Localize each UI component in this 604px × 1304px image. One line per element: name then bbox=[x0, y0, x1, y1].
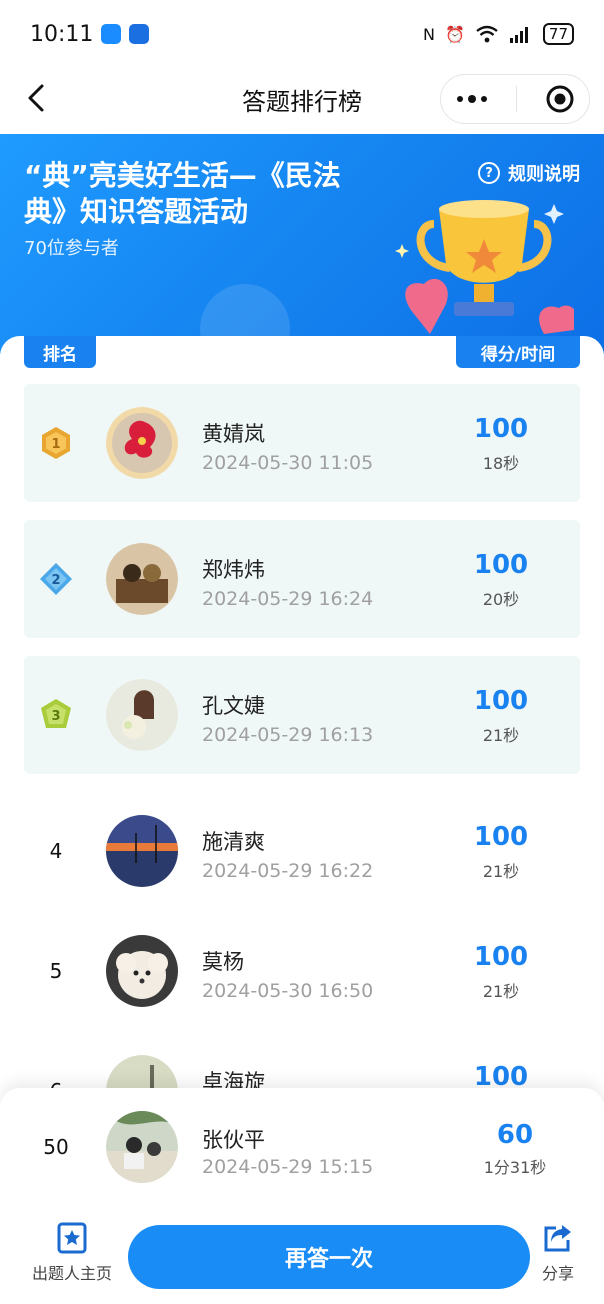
submit-time: 2024-05-29 16:22 bbox=[202, 860, 374, 882]
retry-button[interactable]: 再答一次 bbox=[128, 1225, 530, 1289]
share-label: 分享 bbox=[541, 1264, 574, 1283]
duration-value: 21秒 bbox=[482, 862, 520, 881]
svg-text:3: 3 bbox=[51, 709, 60, 724]
avatar bbox=[106, 1055, 178, 1092]
duration-value: 21秒 bbox=[482, 982, 520, 1001]
ranking-row-6[interactable]: 6 卓海旋 100 bbox=[24, 1040, 580, 1092]
silver-medal-icon: 2 bbox=[40, 563, 72, 595]
ranking-row-4[interactable]: 4 施清爽 2024-05-29 16:22 100 21秒 bbox=[24, 792, 580, 910]
my-name: 张伙平 bbox=[202, 1128, 265, 1152]
submit-time: 2024-05-29 16:13 bbox=[202, 724, 374, 746]
status-bar: 10:11 N ⏰ 77 bbox=[0, 0, 604, 68]
submit-time: 2024-05-30 16:50 bbox=[202, 980, 374, 1002]
avatar bbox=[106, 543, 178, 615]
nfc-icon: N bbox=[423, 24, 435, 44]
page-title: 答题排行榜 bbox=[242, 87, 362, 116]
back-button[interactable] bbox=[18, 80, 54, 116]
my-rank-number: 50 bbox=[43, 1135, 69, 1159]
score-value: 100 bbox=[473, 550, 529, 580]
bronze-medal-icon: 3 bbox=[41, 699, 71, 728]
rank-number: 4 bbox=[49, 839, 63, 863]
submit-time: 2024-05-30 11:05 bbox=[202, 452, 374, 474]
duration-value: 20秒 bbox=[482, 590, 520, 609]
my-submit-time: 2024-05-29 15:15 bbox=[202, 1156, 374, 1178]
submit-time: 2024-05-29 16:24 bbox=[202, 588, 374, 610]
ranking-row-2[interactable]: 2 郑炜炜 2024-05-29 16:24 100 20秒 bbox=[24, 520, 580, 638]
my-rank-bar[interactable]: 50 张伙平 2024-05-29 15:15 60 1分31秒 bbox=[0, 1088, 604, 1206]
avatar bbox=[106, 935, 178, 1007]
ranking-row-6-clip: 6 卓海旋 100 bbox=[0, 1040, 604, 1092]
rules-link[interactable]: ? 规则说明 bbox=[478, 160, 580, 186]
participant-name: 施清爽 bbox=[202, 830, 265, 854]
wifi-icon bbox=[476, 25, 498, 43]
capsule-divider bbox=[516, 86, 518, 112]
my-duration-value: 1分31秒 bbox=[483, 1158, 547, 1177]
participant-count: 70位参与者 bbox=[24, 238, 119, 259]
avatar bbox=[106, 407, 178, 479]
more-icon[interactable] bbox=[455, 94, 489, 104]
nav-bar: 答题排行榜 bbox=[0, 70, 604, 128]
question-icon: ? bbox=[478, 162, 500, 184]
avatar bbox=[106, 679, 178, 751]
avatar bbox=[106, 1111, 178, 1183]
my-score-value: 60 bbox=[496, 1120, 534, 1150]
avatar bbox=[106, 815, 178, 887]
ranking-row-1[interactable]: 1 黄婧岚 2024-05-30 11:05 100 18秒 bbox=[24, 384, 580, 502]
share-icon bbox=[544, 1225, 571, 1252]
bookmark-star-icon bbox=[57, 1222, 87, 1254]
battery-indicator: 77 bbox=[542, 23, 574, 45]
chevron-left-icon bbox=[28, 84, 44, 112]
rank-number: 5 bbox=[49, 959, 63, 983]
status-time: 10:11 bbox=[30, 21, 94, 47]
duration-value: 18秒 bbox=[482, 454, 520, 473]
score-value: 100 bbox=[473, 686, 529, 716]
bottom-bar: 出题人主页 再答一次 分享 bbox=[0, 1206, 604, 1304]
participant-name: 黄婧岚 bbox=[202, 422, 265, 446]
ranking-row-5[interactable]: 5 莫杨 2024-05-30 16:50 100 21秒 bbox=[24, 912, 580, 1030]
score-value: 100 bbox=[473, 822, 529, 852]
ranking-row-3[interactable]: 3 孔文婕 2024-05-29 16:13 100 21秒 bbox=[24, 656, 580, 774]
robot-app-icon bbox=[129, 24, 150, 44]
author-home-label: 出题人主页 bbox=[31, 1264, 112, 1283]
svg-text:2: 2 bbox=[51, 573, 60, 588]
duration-value: 21秒 bbox=[482, 726, 520, 745]
score-value: 100 bbox=[473, 942, 529, 972]
author-home-link[interactable]: 出题人主页 bbox=[22, 1222, 122, 1284]
rank-number: 6 bbox=[49, 1079, 63, 1092]
share-link[interactable]: 分享 bbox=[536, 1222, 580, 1284]
score-column-header: 得分/时间 bbox=[456, 336, 580, 368]
svg-text:1: 1 bbox=[51, 437, 60, 452]
participant-name: 莫杨 bbox=[202, 950, 244, 974]
participant-name: 郑炜炜 bbox=[202, 558, 265, 582]
mini-program-capsule bbox=[440, 74, 590, 124]
close-target-icon[interactable] bbox=[545, 84, 575, 114]
signal-icon bbox=[509, 27, 528, 43]
message-app-icon bbox=[101, 24, 122, 44]
rank-column-header: 排名 bbox=[24, 336, 96, 368]
gold-medal-icon: 1 bbox=[42, 427, 70, 459]
participant-name: 孔文婕 bbox=[202, 694, 265, 718]
alarm-icon: ⏰ bbox=[444, 24, 465, 44]
score-value: 100 bbox=[473, 414, 529, 444]
activity-banner: “典”亮美好生活—《民法典》知识答题活动 70位参与者 ? 规则说明 bbox=[0, 134, 604, 354]
rules-label: 规则说明 bbox=[508, 164, 580, 185]
activity-title: “典”亮美好生活—《民法典》知识答题活动 bbox=[24, 159, 341, 228]
trophy-illustration bbox=[395, 200, 574, 334]
